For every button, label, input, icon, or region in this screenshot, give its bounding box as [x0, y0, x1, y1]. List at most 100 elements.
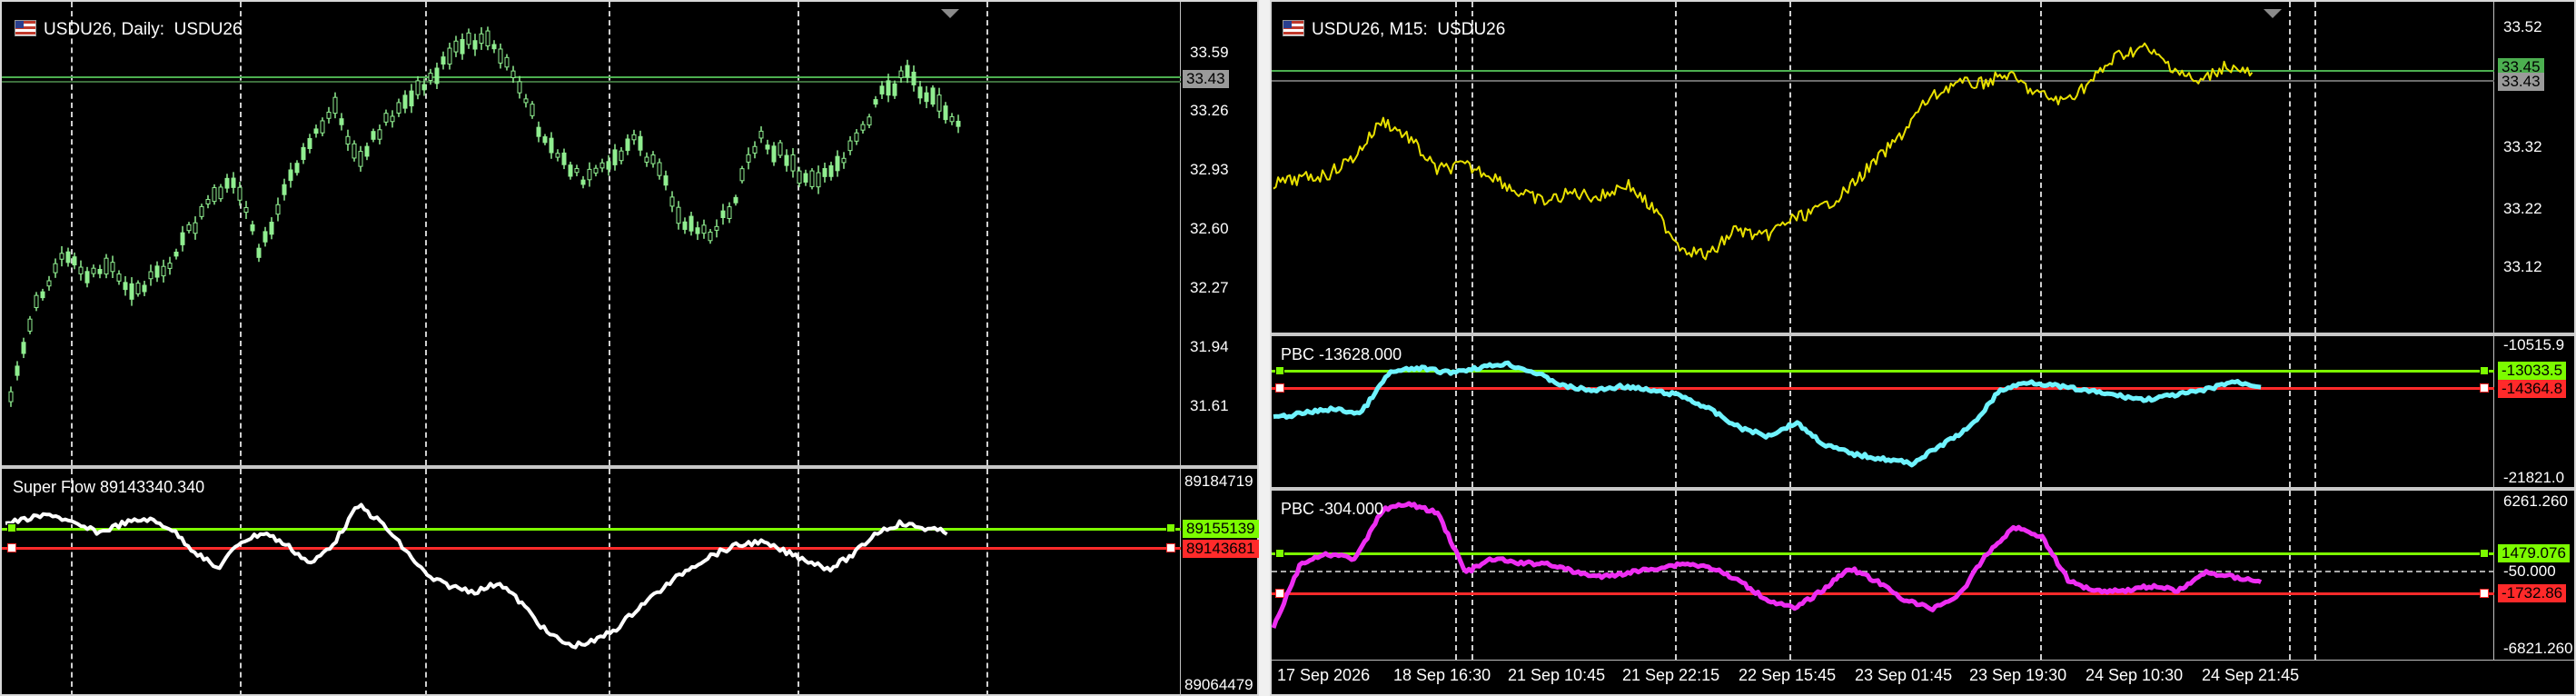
candle-body	[148, 271, 154, 280]
candle-body	[34, 294, 39, 309]
candle-body	[956, 120, 961, 127]
candle-body	[612, 149, 618, 165]
pbc1-tag-red: -14364.8	[2498, 380, 2567, 398]
price-axis-label: 33.12	[2503, 258, 2542, 275]
candle-body	[574, 168, 580, 174]
level-handle[interactable]	[2480, 549, 2489, 558]
candle-body	[428, 73, 433, 81]
m15-price-pane[interactable]: USDU26, M15: USDU26 33.52 33.45 33.43 33…	[1272, 2, 2574, 333]
candle-body	[396, 102, 401, 114]
candle-body	[218, 186, 223, 200]
candle-body	[364, 145, 370, 157]
time-axis-label: 22 Sep 15:45	[1739, 666, 1837, 684]
indicator-axis-max: 89184719	[1184, 472, 1253, 490]
candle-body	[288, 169, 293, 182]
level-handle[interactable]	[1275, 589, 1284, 598]
pbc1-plot[interactable]	[1272, 336, 2494, 487]
flag-icon	[1283, 20, 1304, 36]
candle-body	[784, 154, 789, 166]
candle-body	[555, 153, 560, 158]
candle-body	[84, 271, 90, 283]
candle-body	[409, 90, 414, 107]
daily-price-pane[interactable]: USDU26, Daily: USDU26 33.59 33.43 33.26 …	[2, 2, 1257, 465]
super-flow-pane[interactable]: Super Flow 89143340.340 89184719 8915513…	[2, 469, 1259, 696]
candle-body	[15, 365, 20, 376]
level-handle[interactable]	[2480, 366, 2489, 375]
candle-body	[797, 170, 802, 184]
candle-body	[390, 115, 395, 123]
chart-shift-marker[interactable]	[2264, 9, 2282, 18]
m15-price-line	[1273, 42, 2254, 261]
candle-body	[860, 124, 866, 131]
candle-body	[313, 128, 319, 134]
candle-body	[949, 115, 955, 123]
level-handle[interactable]	[1275, 383, 1284, 393]
pbc2-axis-max: 6261.260	[2503, 492, 2568, 510]
candle-body	[415, 80, 421, 95]
candle-body	[104, 257, 109, 275]
pbc2-tag-green: 1479.076	[2498, 544, 2570, 562]
level-handle[interactable]	[7, 543, 16, 552]
pbc2-pane[interactable]: PBC -304.000 6261.260 1479.076 -50.000 -…	[1271, 491, 2574, 660]
candle-body	[593, 167, 599, 174]
candle-body	[549, 137, 554, 154]
candle-body	[561, 152, 567, 165]
candle-body	[536, 126, 541, 137]
candle-body	[301, 146, 306, 160]
candle-body	[930, 87, 936, 105]
pbc2-title: PBC -304.000	[1281, 500, 1384, 518]
candle-body	[936, 94, 942, 112]
daily-price-plot[interactable]	[2, 2, 1181, 465]
candle-body	[644, 156, 649, 163]
candle-body	[898, 70, 904, 79]
candle-body	[580, 179, 586, 185]
candle-body	[269, 222, 274, 235]
candle-body	[332, 96, 338, 114]
candle-body	[40, 291, 45, 299]
candle-body	[765, 144, 770, 150]
m15-price-plot[interactable]	[1272, 2, 2494, 333]
candle-body	[21, 342, 26, 354]
candle-body	[816, 172, 821, 188]
candle-body	[542, 136, 548, 144]
time-axis-label: 21 Sep 22:15	[1622, 666, 1720, 684]
candle-body	[250, 224, 255, 232]
candle-body	[256, 247, 262, 258]
level-handle[interactable]	[1275, 366, 1284, 375]
candle-body	[282, 184, 287, 195]
level-handle[interactable]	[1275, 549, 1284, 558]
indicator-tag-green: 89155139	[1183, 520, 1259, 538]
super-flow-plot[interactable]	[2, 469, 1181, 696]
candle-body	[510, 70, 516, 79]
pbc1-pane[interactable]: PBC -13628.000 -10515.9 -13033.5 -14364.…	[1272, 336, 2574, 487]
level-handle[interactable]	[7, 523, 16, 532]
candle-body	[434, 67, 440, 85]
candle-body	[263, 231, 268, 243]
candle-body	[663, 175, 669, 186]
candle-body	[625, 138, 630, 152]
candle-body	[504, 56, 510, 68]
level-handle[interactable]	[2480, 589, 2489, 598]
candle-body	[491, 44, 497, 50]
time-axis[interactable]: 17 Sep 2026 18 Sep 16:30 21 Sep 10:45 21…	[1272, 660, 2574, 696]
time-axis-label: 24 Sep 21:45	[2202, 666, 2300, 684]
candle-body	[835, 155, 840, 172]
pbc2-zero-label: -50.000	[2503, 562, 2556, 580]
candle-body	[568, 164, 573, 177]
candle-body	[867, 116, 872, 126]
chart-shift-marker[interactable]	[941, 9, 959, 18]
level-handle[interactable]	[1166, 523, 1175, 532]
price-axis-label: 32.93	[1190, 161, 1229, 178]
pbc2-plot[interactable]	[1271, 491, 2494, 660]
price-axis-label: 33.32	[2503, 138, 2542, 155]
level-handle[interactable]	[2480, 383, 2489, 393]
price-axis-label: 32.60	[1190, 220, 1229, 237]
candle-body	[873, 99, 878, 105]
daily-chart-window[interactable]: USDU26, Daily: USDU26 33.59 33.43 33.26 …	[0, 0, 1259, 696]
pbc1-tag-green: -13033.5	[2498, 362, 2567, 380]
pbc2-line	[1271, 501, 2263, 629]
m15-chart-window[interactable]: USDU26, M15: USDU26 33.52 33.45 33.43 33…	[1270, 0, 2576, 696]
level-handle[interactable]	[1166, 543, 1175, 552]
candle-body	[879, 85, 885, 94]
price-axis-label: 31.94	[1190, 338, 1229, 355]
